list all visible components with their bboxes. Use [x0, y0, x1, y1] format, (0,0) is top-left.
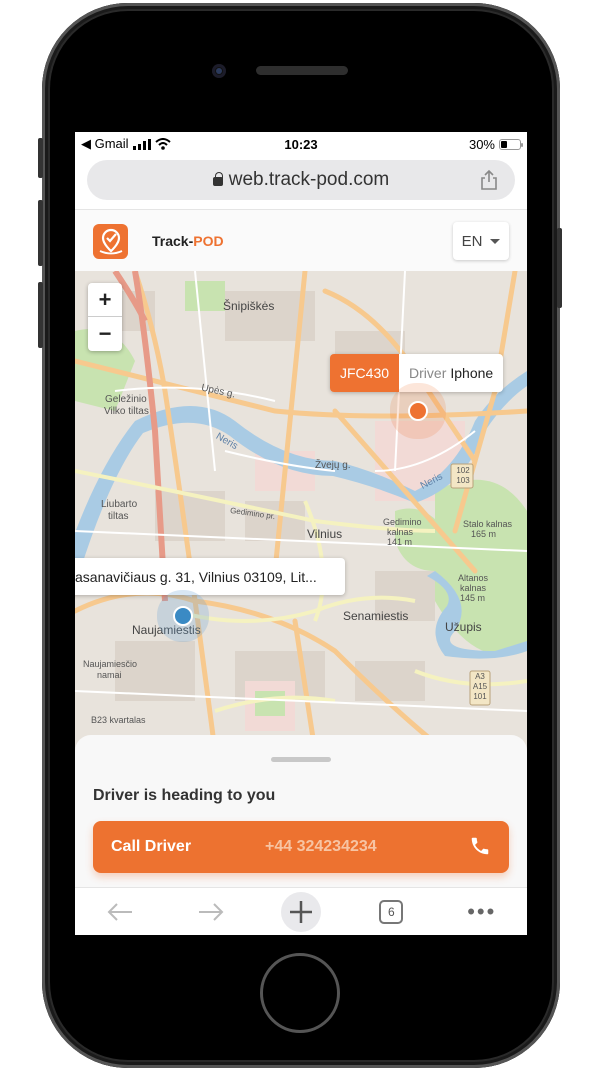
mute-switch	[38, 138, 43, 178]
browser-toolbar: 6 •••	[75, 887, 527, 935]
more-menu-button[interactable]: •••	[462, 892, 502, 932]
map-tiles	[75, 271, 527, 751]
power-button	[557, 228, 562, 308]
front-camera	[212, 64, 226, 78]
call-driver-label: Call Driver	[111, 838, 192, 855]
driver-label: Driver	[409, 365, 447, 381]
map-label-snipiskes: Šnipiškės	[223, 299, 275, 313]
map[interactable]: Šnipiškės Geležinio Vilko tiltas Upės g.…	[75, 271, 527, 751]
map-label-tiltas: tiltas	[108, 511, 129, 522]
more-icon: •••	[467, 898, 497, 924]
lock-icon	[212, 171, 223, 186]
wifi-icon	[154, 138, 171, 150]
map-label-b23: B23 kvartalas	[91, 715, 146, 725]
tab-count: 6	[379, 899, 404, 924]
driver-name: Iphone	[450, 365, 494, 381]
driver-tooltip[interactable]: JFC430 Driver Iphone	[330, 354, 504, 392]
arrow-left-icon	[107, 902, 133, 921]
url-text: web.track-pod.com	[228, 169, 390, 190]
driver-phone-number: +44 324234234	[265, 838, 377, 855]
arrow-right-icon	[198, 902, 223, 921]
map-label-gedimino-height: 141 m	[387, 537, 413, 547]
map-label-shield-a3: A3 A15 101	[472, 672, 488, 701]
battery-icon	[499, 138, 523, 150]
map-label-liubarto: Liubarto	[101, 499, 138, 510]
location-check-icon	[99, 228, 122, 255]
map-label-gedimino-kalnas: Gedimino	[383, 517, 422, 527]
map-label-naujamiescio: Naujamiesčio	[83, 659, 138, 669]
caret-down-icon	[490, 238, 501, 244]
map-label-altanos-kalnas: kalnas	[460, 583, 487, 593]
browser-back-button[interactable]	[100, 892, 140, 932]
vehicle-plate: JFC430	[330, 354, 400, 392]
map-label-gelezinio: Geležinio	[105, 394, 147, 405]
brand-suffix: POD	[193, 233, 224, 249]
map-label-vilko-tiltas: Vilko tiltas	[104, 406, 149, 417]
tabs-button[interactable]: 6	[371, 892, 411, 932]
language-selector[interactable]: EN	[453, 222, 509, 260]
status-bar: ◀ Gmail 10:23 30%	[75, 132, 527, 156]
driver-info: Driver Iphone	[399, 354, 504, 392]
map-label-altanos: Altanos	[458, 573, 489, 583]
phone-icon	[471, 837, 489, 855]
signal-icon	[132, 138, 151, 150]
volume-up-button	[38, 200, 43, 266]
sheet-drag-handle[interactable]	[271, 757, 331, 762]
map-label-stalo-height: 165 m	[471, 529, 497, 539]
map-label-stalo-kalnas: Stalo kalnas	[463, 519, 513, 529]
new-tab-button[interactable]	[280, 891, 321, 932]
plus-icon	[289, 900, 312, 923]
share-icon[interactable]	[479, 169, 499, 191]
browser-forward-button[interactable]	[191, 892, 231, 932]
call-driver-button[interactable]: Call Driver +44 324234234	[93, 821, 509, 873]
language-value: EN	[461, 232, 483, 250]
app-header: Track-POD EN	[75, 210, 527, 272]
map-label-naujamiestis: Naujamiestis	[132, 623, 201, 637]
map-label-zveju: Žvejų g.	[315, 460, 351, 471]
earpiece-speaker	[256, 66, 348, 75]
driver-location-marker[interactable]	[408, 401, 428, 421]
battery-percent: 30%	[468, 136, 495, 152]
track-pod-logo[interactable]	[93, 223, 128, 259]
zoom-control: + −	[88, 283, 122, 351]
brand-name: Track-POD	[152, 233, 224, 249]
map-label-senamiestis: Senamiestis	[343, 609, 409, 623]
browser-address-area: web.track-pod.com	[75, 156, 527, 210]
zoom-out-button[interactable]: −	[88, 317, 122, 351]
destination-marker[interactable]	[173, 606, 193, 626]
destination-address-tooltip[interactable]: asanavičiaus g. 31, Vilnius 03109, Lit..…	[75, 558, 345, 595]
volume-down-button	[38, 282, 43, 348]
map-label-namai: namai	[97, 670, 122, 680]
screen: ◀ Gmail 10:23 30% web.track-pod.com Trac…	[75, 132, 527, 935]
home-button[interactable]	[260, 953, 340, 1033]
address-bar[interactable]: web.track-pod.com	[87, 160, 515, 200]
brand-prefix: Track-	[152, 233, 194, 249]
zoom-in-button[interactable]: +	[88, 283, 122, 317]
map-label-gedimino-kalnas-2: kalnas	[387, 527, 414, 537]
map-label-uzupis: Užupis	[445, 620, 482, 634]
bottom-sheet: Driver is heading to you Call Driver +44…	[75, 735, 527, 887]
map-label-vilnius: Vilnius	[307, 527, 343, 541]
delivery-status-title: Driver is heading to you	[93, 787, 276, 804]
back-to-app-link[interactable]: ◀ Gmail	[81, 136, 129, 152]
map-label-shield-102: 102 103	[456, 466, 470, 485]
map-label-altanos-height: 145 m	[460, 593, 486, 603]
